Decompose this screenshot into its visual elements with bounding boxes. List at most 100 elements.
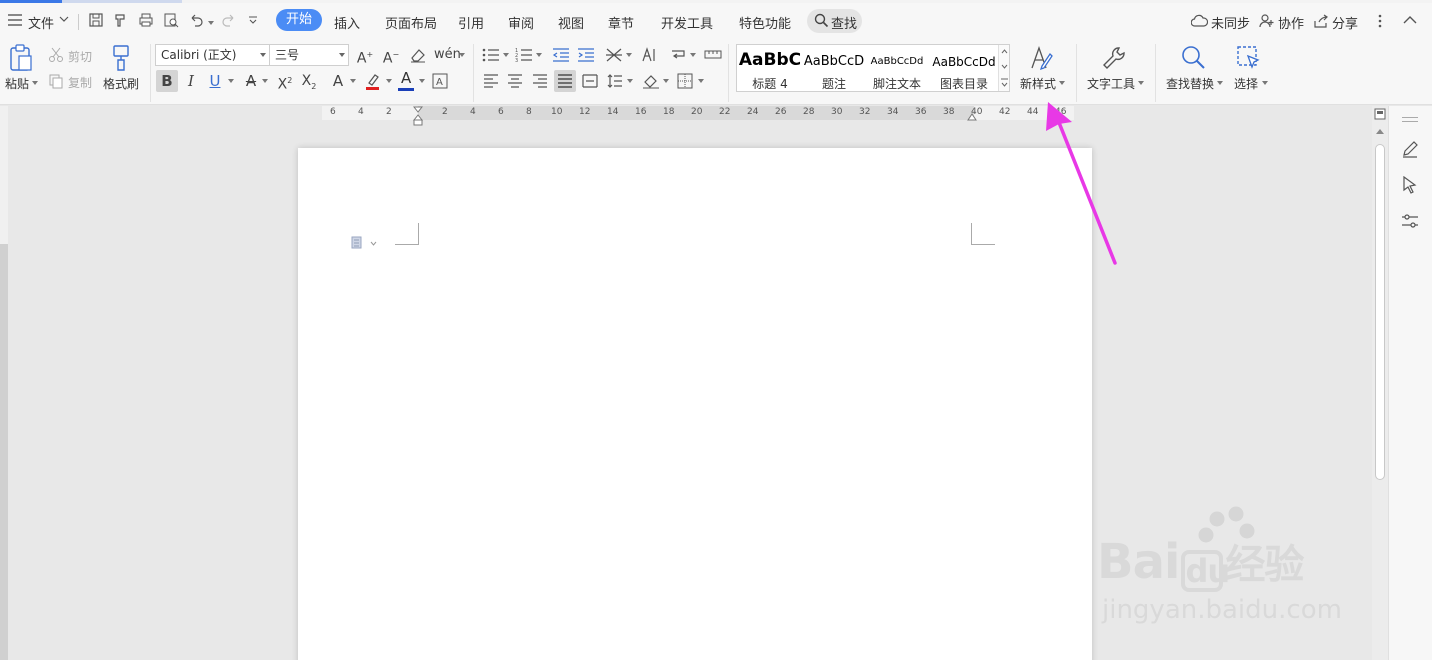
superscript-button[interactable]: X2: [274, 70, 296, 93]
highlight-dropdown-caret[interactable]: [386, 79, 392, 83]
split-view-icon[interactable]: [1374, 108, 1386, 120]
undo-icon[interactable]: [188, 12, 206, 30]
highlight-color-icon[interactable]: [362, 70, 384, 92]
clear-format-icon[interactable]: [407, 44, 429, 66]
increase-indent-icon[interactable]: [575, 44, 597, 66]
line-spacing-dropdown-caret[interactable]: [627, 79, 633, 83]
tab-home[interactable]: 开始: [276, 9, 323, 31]
bullet-list-icon[interactable]: [480, 44, 502, 66]
italic-button[interactable]: I: [180, 70, 202, 92]
find-replace-dropdown-caret[interactable]: [1217, 81, 1223, 85]
decrease-indent-icon[interactable]: [550, 44, 572, 66]
style-gallery-scroll[interactable]: [998, 45, 1009, 91]
shading-dropdown-caret[interactable]: [663, 79, 669, 83]
format-brush-quick-icon[interactable]: [113, 12, 131, 30]
style-footnote-text[interactable]: AaBbCcDd 脚注文本: [865, 45, 929, 91]
text-effect-dropdown-caret[interactable]: [350, 79, 356, 83]
settings-sliders-icon[interactable]: [1401, 212, 1419, 230]
tab-review[interactable]: 审阅: [508, 13, 534, 32]
paragraph-mark-icon[interactable]: [351, 236, 377, 250]
search-box[interactable]: 查找: [807, 9, 862, 33]
style-heading-4[interactable]: AaBbC 标题 4: [737, 45, 803, 91]
chevron-down-icon[interactable]: [59, 15, 77, 33]
strikethrough-dropdown-caret[interactable]: [262, 79, 268, 83]
paste-button[interactable]: [8, 44, 34, 72]
sort-icon[interactable]: [638, 44, 660, 66]
font-color-dropdown-caret[interactable]: [419, 79, 425, 83]
save-icon[interactable]: [88, 12, 106, 30]
scrollbar-thumb[interactable]: [1375, 144, 1385, 480]
tab-stops-icon[interactable]: [702, 44, 724, 66]
numbered-dropdown-caret[interactable]: [536, 53, 542, 57]
edit-pen-icon[interactable]: [1401, 140, 1419, 158]
chinese-layout-dropdown-caret[interactable]: [626, 53, 632, 57]
subscript-button[interactable]: X2: [298, 70, 320, 92]
undo-dropdown-caret[interactable]: [208, 21, 214, 25]
chinese-layout-icon[interactable]: [603, 44, 625, 66]
borders-dropdown-caret[interactable]: [698, 79, 704, 83]
style-table-of-figures[interactable]: AaBbCcDd 图表目录: [929, 45, 999, 91]
char-border-icon[interactable]: A: [429, 70, 451, 92]
print-icon[interactable]: [138, 12, 156, 30]
wrench-icon[interactable]: [1101, 44, 1127, 72]
cursor-select-icon[interactable]: [1402, 176, 1418, 194]
vertical-scrollbar[interactable]: [1372, 106, 1388, 660]
copy-button[interactable]: 复制: [68, 74, 92, 91]
select-icon[interactable]: [1236, 44, 1262, 72]
align-center-icon[interactable]: [504, 70, 526, 92]
horizontal-ruler[interactable]: 6 4 2 2 4 6 8 10 12 14 16 18 20 22 24 26 28 30 32 34 36 38…: [322, 106, 1074, 126]
shading-icon[interactable]: [640, 70, 662, 92]
scroll-up-icon[interactable]: [1376, 128, 1384, 134]
collapse-ribbon-icon[interactable]: [1403, 15, 1421, 33]
tab-chapter[interactable]: 章节: [608, 13, 634, 32]
format-painter-icon[interactable]: [110, 44, 132, 72]
justify-icon[interactable]: [554, 70, 576, 92]
bold-button[interactable]: B: [156, 70, 178, 92]
tab-features[interactable]: 特色功能: [739, 13, 791, 32]
indent-marker-icon[interactable]: [413, 106, 423, 126]
font-size-select[interactable]: 三号: [269, 44, 349, 66]
align-left-icon[interactable]: [480, 70, 502, 92]
tab-developer[interactable]: 开发工具: [661, 13, 713, 32]
font-name-select[interactable]: Calibri (正文): [155, 44, 270, 66]
share-button[interactable]: 分享: [1332, 13, 1358, 32]
tab-view[interactable]: 视图: [558, 13, 584, 32]
hamburger-menu-icon[interactable]: [8, 14, 26, 32]
underline-dropdown-caret[interactable]: [228, 79, 234, 83]
more-options-icon[interactable]: [1377, 14, 1395, 32]
tab-insert[interactable]: 插入: [334, 13, 360, 32]
text-tools-dropdown-caret[interactable]: [1138, 81, 1144, 85]
new-style-icon[interactable]: [1028, 44, 1054, 72]
borders-icon[interactable]: [674, 70, 696, 92]
line-break-icon[interactable]: [668, 44, 690, 66]
font-color-icon[interactable]: A: [396, 69, 418, 92]
align-right-icon[interactable]: [529, 70, 551, 92]
phonetic-dropdown-caret[interactable]: [459, 53, 465, 57]
paste-dropdown-caret[interactable]: [32, 81, 38, 85]
style-caption[interactable]: AaBbCcD 题注: [803, 45, 865, 91]
numbered-list-icon[interactable]: 123: [513, 44, 535, 66]
sync-status[interactable]: 未同步: [1211, 13, 1250, 32]
select-dropdown-caret[interactable]: [1262, 81, 1268, 85]
line-spacing-icon[interactable]: [604, 70, 626, 92]
distributed-align-icon[interactable]: [579, 70, 601, 92]
strikethrough-button[interactable]: A: [240, 70, 262, 92]
line-break-dropdown-caret[interactable]: [690, 53, 696, 57]
phonetic-guide-icon[interactable]: wén: [434, 44, 461, 66]
increase-font-size-icon[interactable]: A+: [354, 44, 376, 67]
text-effect-button[interactable]: A: [327, 70, 349, 92]
file-menu[interactable]: 文件: [28, 13, 54, 32]
new-style-dropdown-caret[interactable]: [1059, 81, 1065, 85]
tab-page-layout[interactable]: 页面布局: [385, 13, 437, 32]
find-replace-icon[interactable]: [1180, 44, 1206, 72]
bullet-dropdown-caret[interactable]: [503, 53, 509, 57]
underline-button[interactable]: U: [204, 70, 226, 92]
quick-access-more-icon[interactable]: [248, 15, 266, 33]
tab-references[interactable]: 引用: [458, 13, 484, 32]
panel-handle[interactable]: [1402, 117, 1418, 118]
document-page[interactable]: [298, 148, 1092, 660]
cut-button[interactable]: 剪切: [68, 48, 92, 65]
print-preview-icon[interactable]: [163, 12, 181, 30]
right-indent-marker-icon[interactable]: [967, 111, 977, 121]
vertical-ruler[interactable]: [0, 106, 8, 660]
